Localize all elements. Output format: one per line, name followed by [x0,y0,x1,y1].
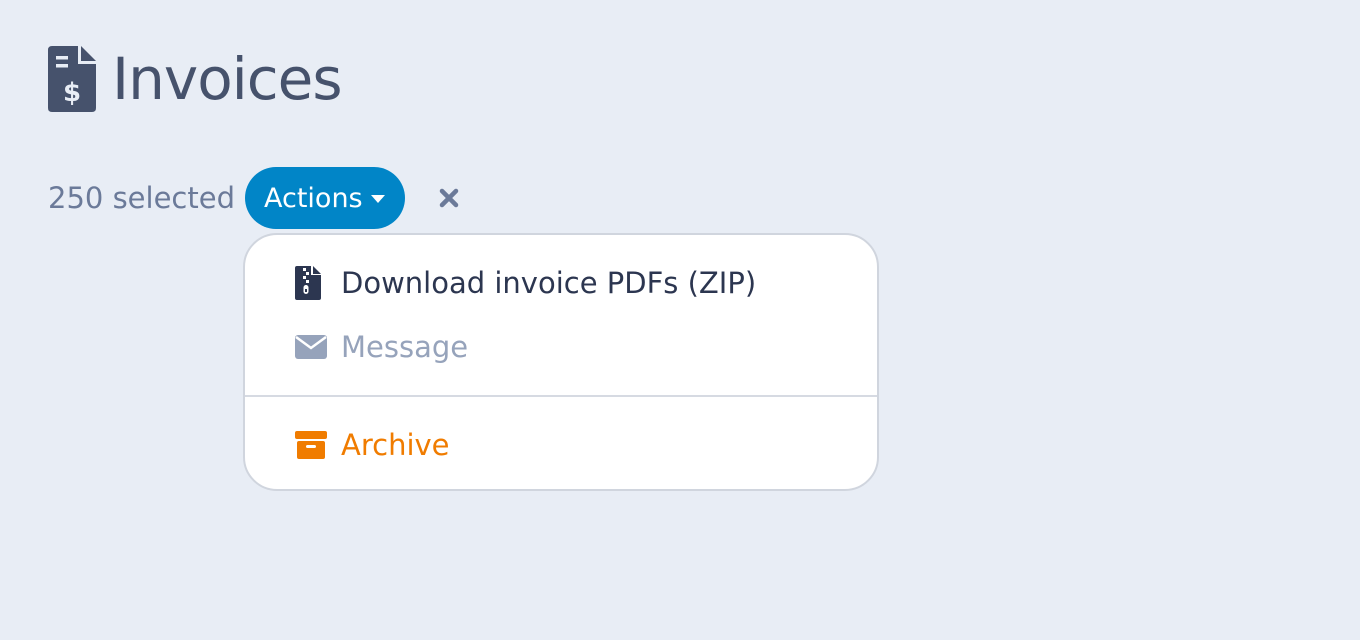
archive-box-icon [295,431,329,459]
actions-dropdown-button[interactable]: Actions [245,167,405,229]
menu-item-label: Message [341,330,469,364]
actions-button-label: Actions [264,182,363,214]
page-title: Invoices [112,45,343,113]
caret-down-icon [370,195,385,203]
selection-bar: 250 selected Actions [48,167,469,229]
menu-item-message[interactable]: Message [295,323,468,371]
svg-text:$: $ [63,78,81,108]
page-header: $ Invoices [48,45,343,113]
menu-item-archive[interactable]: Archive [295,421,450,469]
actions-dropdown-menu: Download invoice PDFs (ZIP) Message Arch… [243,233,879,491]
menu-item-label: Archive [341,428,450,462]
file-invoice-dollar-icon: $ [48,46,96,112]
selected-count: 250 selected [48,181,235,215]
file-zipper-icon [295,266,329,300]
envelope-icon [295,335,329,359]
menu-item-label: Download invoice PDFs (ZIP) [341,266,757,300]
clear-selection-button[interactable] [429,178,469,218]
menu-item-download-pdfs[interactable]: Download invoice PDFs (ZIP) [295,259,756,307]
close-icon [439,188,458,208]
menu-divider [245,395,877,397]
